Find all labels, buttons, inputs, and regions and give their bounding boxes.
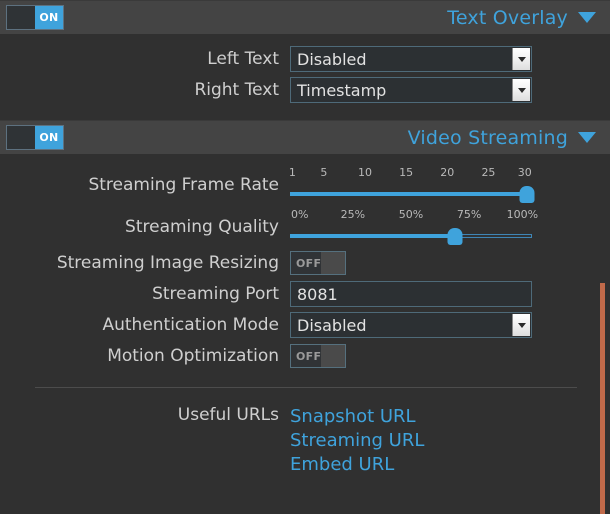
embed-url-link[interactable]: Embed URL bbox=[290, 453, 424, 477]
row-streaming-image-resizing: Streaming Image Resizing OFF bbox=[0, 248, 610, 278]
row-streaming-quality: Streaming Quality 0% 25% 50% 75% 100% bbox=[0, 206, 610, 247]
row-right-text: Right Text Timestamp bbox=[0, 75, 610, 105]
row-useful-urls: Useful URLs Snapshot URL Streaming URL E… bbox=[0, 388, 610, 477]
tick-label: 100% bbox=[506, 208, 539, 221]
dropdown-arrow-icon[interactable] bbox=[512, 314, 530, 336]
frame-rate-tick-labels: 1 5 10 15 20 25 30 bbox=[288, 166, 532, 183]
slider-handle[interactable] bbox=[447, 228, 463, 245]
video-streaming-fields: Streaming Frame Rate 1 5 10 15 20 25 30 bbox=[0, 154, 610, 477]
tick-label: 15 bbox=[399, 166, 414, 179]
dropdown-arrow-icon[interactable] bbox=[512, 48, 530, 70]
tick-label: 25 bbox=[481, 166, 496, 179]
authentication-mode-value: Disabled bbox=[297, 315, 367, 335]
text-overlay-enable-toggle[interactable]: ON bbox=[6, 5, 64, 30]
label-left-text: Left Text bbox=[207, 49, 279, 69]
field-left-text: Disabled bbox=[290, 46, 610, 72]
tick-label: 30 bbox=[517, 166, 532, 179]
toggle-state-label: ON bbox=[35, 126, 63, 149]
row-streaming-port: Streaming Port 8081 bbox=[0, 279, 610, 309]
video-streaming-enable-toggle[interactable]: ON bbox=[6, 125, 64, 150]
label-streaming-image-resizing: Streaming Image Resizing bbox=[56, 253, 279, 273]
tick-label: 5 bbox=[320, 166, 328, 179]
left-text-select[interactable]: Disabled bbox=[290, 46, 532, 72]
toggle-state-label: ON bbox=[35, 6, 63, 29]
toggle-knob bbox=[321, 345, 345, 367]
field-authentication-mode: Disabled bbox=[290, 312, 610, 338]
dropdown-arrow-icon[interactable] bbox=[512, 79, 530, 101]
right-text-value: Timestamp bbox=[297, 80, 387, 100]
slider-handle[interactable] bbox=[519, 186, 535, 203]
quality-tick-labels: 0% 25% 50% 75% 100% bbox=[290, 208, 538, 225]
useful-urls-list: Snapshot URL Streaming URL Embed URL bbox=[290, 405, 424, 477]
label-right-text: Right Text bbox=[194, 80, 279, 100]
label-streaming-quality: Streaming Quality bbox=[125, 216, 279, 237]
streaming-url-link[interactable]: Streaming URL bbox=[290, 429, 424, 453]
tick-label: 1 bbox=[288, 166, 296, 179]
streaming-image-resizing-toggle[interactable]: OFF bbox=[290, 251, 346, 275]
tick-label: 10 bbox=[358, 166, 373, 179]
tick-label: 0% bbox=[290, 208, 309, 221]
field-streaming-port: 8081 bbox=[290, 281, 610, 307]
authentication-mode-select[interactable]: Disabled bbox=[290, 312, 532, 338]
row-motion-optimization: Motion Optimization OFF bbox=[0, 341, 610, 371]
quality-track-row[interactable] bbox=[290, 225, 532, 247]
tick-label: 25% bbox=[340, 208, 366, 221]
motion-optimization-toggle[interactable]: OFF bbox=[290, 344, 346, 368]
toggle-knob bbox=[7, 126, 35, 149]
slider-fill bbox=[290, 192, 528, 196]
toggle-knob bbox=[7, 6, 35, 29]
section-header-text-overlay[interactable]: ON Text Overlay bbox=[0, 0, 610, 34]
field-streaming-image-resizing: OFF bbox=[290, 251, 610, 275]
field-motion-optimization: OFF bbox=[290, 344, 610, 368]
section-title-label: Video Streaming bbox=[407, 126, 568, 149]
right-text-select[interactable]: Timestamp bbox=[290, 77, 532, 103]
left-text-value: Disabled bbox=[297, 49, 367, 69]
vertical-scrollbar-thumb[interactable] bbox=[600, 283, 605, 514]
streaming-port-input[interactable]: 8081 bbox=[290, 281, 532, 307]
field-right-text: Timestamp bbox=[290, 77, 610, 103]
streaming-frame-rate-slider[interactable]: 1 5 10 15 20 25 30 bbox=[288, 164, 535, 205]
field-streaming-quality: 0% 25% 50% 75% 100% bbox=[290, 206, 610, 247]
chevron-down-icon[interactable] bbox=[578, 12, 596, 23]
toggle-knob bbox=[321, 252, 345, 274]
tick-label: 50% bbox=[398, 208, 424, 221]
section-title-label: Text Overlay bbox=[447, 6, 568, 29]
row-streaming-frame-rate: Streaming Frame Rate 1 5 10 15 20 25 30 bbox=[0, 164, 610, 205]
tick-label: 75% bbox=[456, 208, 482, 221]
chevron-down-icon[interactable] bbox=[578, 132, 596, 143]
toggle-state-label: OFF bbox=[296, 349, 322, 363]
toggle-state-label: OFF bbox=[296, 256, 322, 270]
frame-rate-track-row[interactable] bbox=[290, 183, 535, 205]
label-streaming-port: Streaming Port bbox=[152, 284, 279, 304]
text-overlay-fields: Left Text Disabled Right Text Timestamp bbox=[0, 34, 610, 105]
section-title-video-streaming: Video Streaming bbox=[408, 127, 596, 149]
section-title-text-overlay: Text Overlay bbox=[447, 7, 596, 29]
field-streaming-frame-rate: 1 5 10 15 20 25 30 bbox=[288, 164, 610, 205]
streaming-quality-slider[interactable]: 0% 25% 50% 75% 100% bbox=[290, 206, 538, 247]
label-streaming-frame-rate: Streaming Frame Rate bbox=[88, 174, 279, 195]
section-header-video-streaming[interactable]: ON Video Streaming bbox=[0, 120, 610, 154]
row-left-text: Left Text Disabled bbox=[0, 44, 610, 74]
row-authentication-mode: Authentication Mode Disabled bbox=[0, 310, 610, 340]
label-motion-optimization: Motion Optimization bbox=[107, 346, 279, 366]
tick-label: 20 bbox=[440, 166, 455, 179]
label-authentication-mode: Authentication Mode bbox=[102, 315, 279, 335]
label-useful-urls: Useful URLs bbox=[177, 405, 279, 425]
slider-fill bbox=[290, 234, 455, 238]
snapshot-url-link[interactable]: Snapshot URL bbox=[290, 405, 424, 429]
